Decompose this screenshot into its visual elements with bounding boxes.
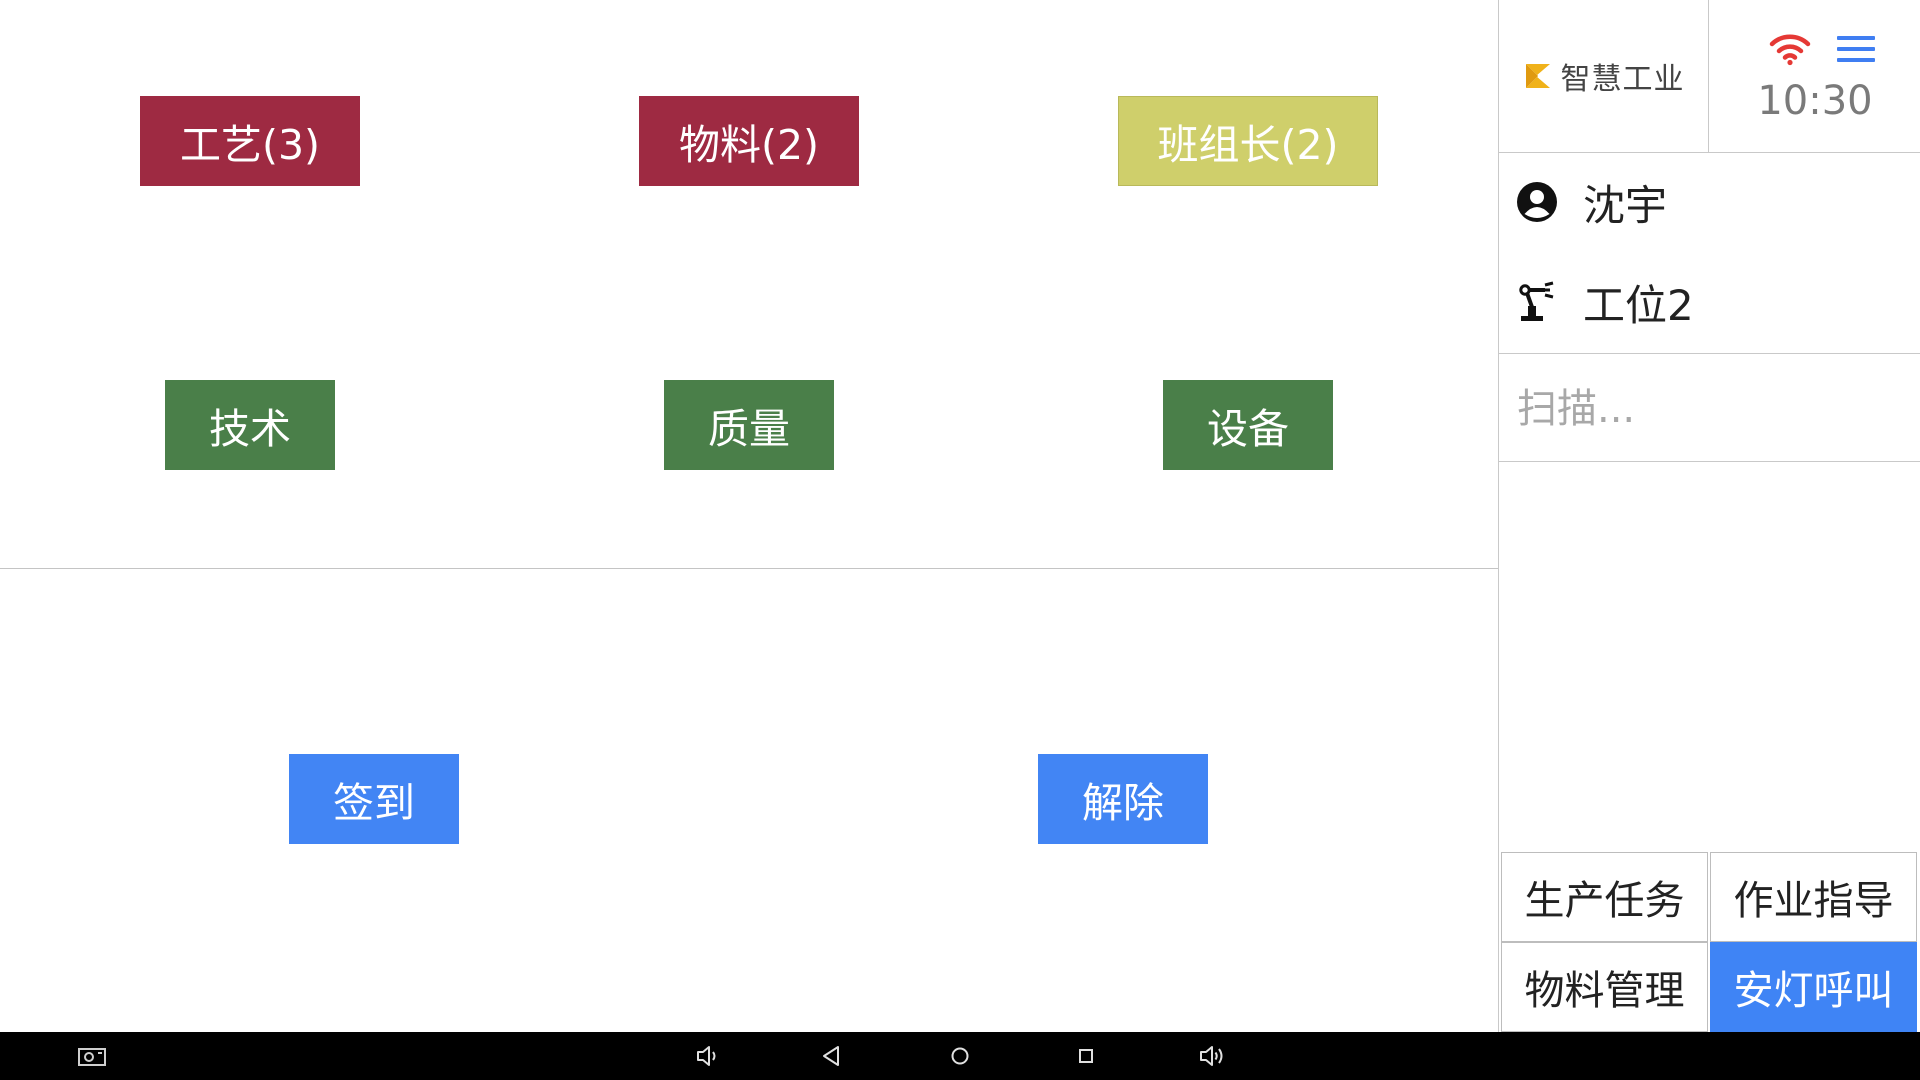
scan-input[interactable] [1501, 356, 1920, 462]
app-root: 工艺(3) 物料(2) 班组长(2) 技术 质量 设备 签到 解除 智慧工业 1… [0, 0, 1920, 1080]
material-call-button[interactable]: 物料(2) [639, 96, 859, 186]
k-logo-icon [1525, 64, 1550, 88]
user-circle-icon [1517, 182, 1557, 222]
clock: 10:30 [1757, 78, 1873, 124]
brand-name: 智慧工业 [1560, 62, 1685, 97]
release-button[interactable]: 解除 [1038, 754, 1208, 844]
wifi-icon [1769, 34, 1811, 66]
screenshot-icon[interactable] [77, 1042, 107, 1070]
recents-icon[interactable] [1071, 1042, 1101, 1070]
divider [1499, 152, 1920, 153]
menu-icon[interactable] [1837, 36, 1875, 63]
robot-arm-icon [1519, 281, 1554, 321]
sign-in-button[interactable]: 签到 [289, 754, 459, 844]
sidebar: 智慧工业 10:30 沈宇 工位2 扫描... 生产任务 作业指导 物料管理 安… [1498, 0, 1920, 1032]
home-icon[interactable] [945, 1042, 975, 1070]
user-row: 沈宇 [1515, 172, 1667, 232]
andon-call-panel: 工艺(3) 物料(2) 班组长(2) 技术 质量 设备 签到 解除 [0, 0, 1498, 1032]
volume-up-icon[interactable] [1197, 1042, 1227, 1070]
quality-call-button[interactable]: 质量 [664, 380, 834, 470]
status-area: 10:30 [1709, 0, 1920, 152]
station-name: 工位2 [1583, 280, 1694, 330]
team-leader-call-button[interactable]: 班组长(2) [1118, 96, 1378, 186]
user-name: 沈宇 [1583, 180, 1668, 230]
divider [1499, 461, 1920, 462]
equipment-call-button[interactable]: 设备 [1163, 380, 1333, 470]
nav-grid: 生产任务 作业指导 物料管理 安灯呼叫 [1501, 852, 1919, 1032]
volume-down-icon[interactable] [693, 1042, 723, 1070]
divider [1499, 353, 1920, 354]
technical-call-button[interactable]: 技术 [165, 380, 335, 470]
brand: 智慧工业 [1499, 0, 1709, 152]
back-icon[interactable] [816, 1042, 846, 1070]
craft-call-button[interactable]: 工艺(3) [140, 96, 360, 186]
nav-andon-call[interactable]: 安灯呼叫 [1710, 942, 1917, 1032]
nav-material-management[interactable]: 物料管理 [1501, 942, 1708, 1032]
nav-production-tasks[interactable]: 生产任务 [1501, 852, 1708, 942]
section-divider [0, 568, 1498, 569]
station-row: 工位2 [1515, 272, 1694, 332]
system-navigation-bar [0, 1032, 1920, 1080]
nav-work-guidance[interactable]: 作业指导 [1710, 852, 1917, 942]
